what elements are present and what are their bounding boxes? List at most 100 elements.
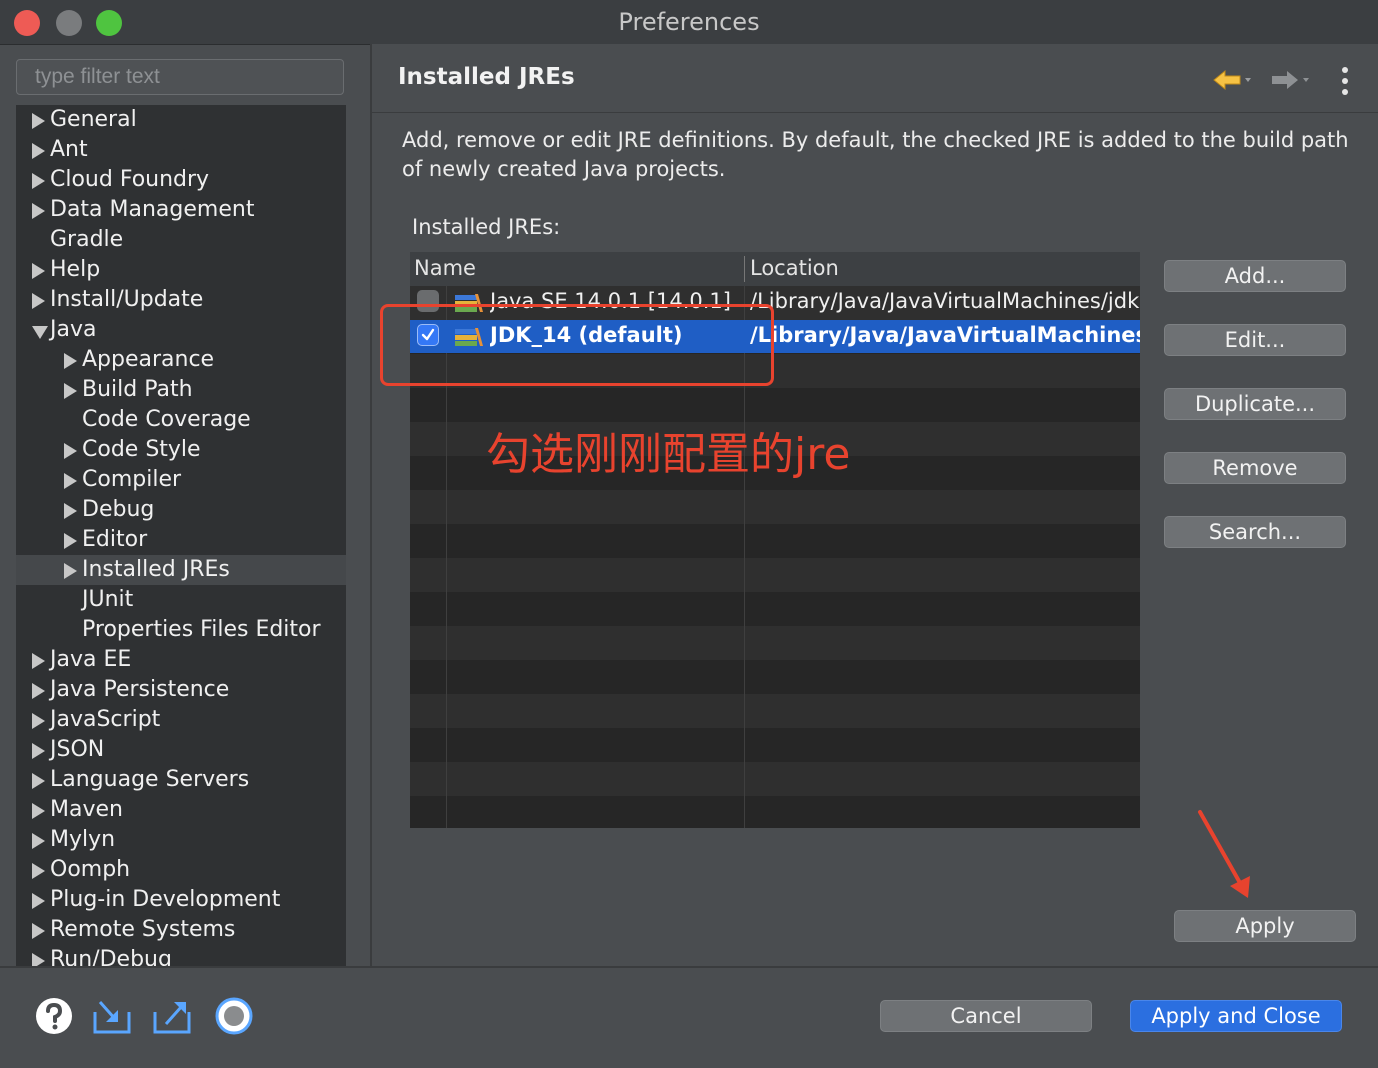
sidebar-item[interactable]: Build Path: [16, 375, 346, 405]
collapsed-arrow-icon[interactable]: [32, 833, 45, 849]
table-stripe: [410, 490, 1140, 524]
sidebar-item[interactable]: Gradle: [16, 225, 346, 255]
column-separator: [744, 256, 745, 282]
collapsed-arrow-icon[interactable]: [64, 443, 77, 459]
sidebar-item-label: Java Persistence: [50, 677, 230, 702]
sidebar-item-label: Editor: [82, 527, 148, 552]
sidebar-item[interactable]: Install/Update: [16, 285, 346, 315]
collapsed-arrow-icon[interactable]: [32, 923, 45, 939]
filter-input[interactable]: [16, 59, 344, 95]
collapsed-arrow-icon[interactable]: [32, 773, 45, 789]
collapsed-arrow-icon[interactable]: [32, 173, 45, 189]
sidebar-item[interactable]: Debug: [16, 495, 346, 525]
forward-arrow-icon[interactable]: [1270, 68, 1310, 92]
sidebar-item[interactable]: Data Management: [16, 195, 346, 225]
collapsed-arrow-icon[interactable]: [32, 143, 45, 159]
sidebar-item[interactable]: Appearance: [16, 345, 346, 375]
apply-and-close-button[interactable]: Apply and Close: [1130, 1000, 1342, 1032]
sidebar-item[interactable]: General: [16, 105, 346, 135]
record-icon[interactable]: [214, 996, 254, 1036]
sidebar-item-label: Install/Update: [50, 287, 204, 312]
collapsed-arrow-icon[interactable]: [64, 503, 77, 519]
sidebar-item-label: Installed JREs: [82, 557, 230, 582]
back-arrow-icon[interactable]: [1212, 68, 1252, 92]
collapsed-arrow-icon[interactable]: [32, 263, 45, 279]
sidebar-item-label: Cloud Foundry: [50, 167, 210, 192]
table-stripe: [410, 762, 1140, 796]
sidebar-item-label: Properties Files Editor: [82, 617, 321, 642]
sidebar-item[interactable]: Help: [16, 255, 346, 285]
collapsed-arrow-icon[interactable]: [32, 713, 45, 729]
annotation-text: 勾选刚刚配置的jre: [486, 429, 851, 480]
sidebar-item[interactable]: Installed JREs: [16, 555, 346, 585]
sidebar-item[interactable]: Cloud Foundry: [16, 165, 346, 195]
remove-button[interactable]: Remove: [1164, 452, 1346, 484]
collapsed-arrow-icon[interactable]: [64, 473, 77, 489]
edit-button[interactable]: Edit...: [1164, 324, 1346, 356]
sidebar-item-label: Java: [50, 317, 97, 342]
collapsed-arrow-icon[interactable]: [64, 563, 77, 579]
sidebar-item[interactable]: Language Servers: [16, 765, 346, 795]
collapsed-arrow-icon[interactable]: [32, 953, 45, 967]
sidebar-item[interactable]: Code Coverage: [16, 405, 346, 435]
sidebar-item-label: JUnit: [82, 587, 134, 612]
table-stripe: [410, 592, 1140, 626]
table-label: Installed JREs:: [412, 215, 561, 239]
collapsed-arrow-icon[interactable]: [32, 293, 45, 309]
column-header-name[interactable]: Name: [414, 256, 476, 280]
sidebar-item[interactable]: JavaScript: [16, 705, 346, 735]
collapsed-arrow-icon[interactable]: [32, 203, 45, 219]
cancel-button[interactable]: Cancel: [880, 1000, 1092, 1032]
sidebar-item[interactable]: Plug-in Development: [16, 885, 346, 915]
sidebar-item[interactable]: JSON: [16, 735, 346, 765]
sidebar-item[interactable]: Maven: [16, 795, 346, 825]
table-stripe: [410, 388, 1140, 422]
collapsed-arrow-icon[interactable]: [32, 113, 45, 129]
sidebar-item-label: Mylyn: [50, 827, 116, 852]
sidebar-item[interactable]: Ant: [16, 135, 346, 165]
expanded-arrow-icon[interactable]: [32, 326, 48, 339]
sidebar-item[interactable]: JUnit: [16, 585, 346, 615]
import-icon[interactable]: [92, 996, 132, 1036]
column-header-location[interactable]: Location: [750, 256, 839, 280]
export-icon[interactable]: [152, 996, 192, 1036]
search-button[interactable]: Search...: [1164, 516, 1346, 548]
panel-divider[interactable]: [370, 44, 372, 966]
collapsed-arrow-icon[interactable]: [64, 383, 77, 399]
duplicate-button[interactable]: Duplicate...: [1164, 388, 1346, 420]
sidebar-item[interactable]: Compiler: [16, 465, 346, 495]
sidebar-item[interactable]: Mylyn: [16, 825, 346, 855]
sidebar-item[interactable]: Code Style: [16, 435, 346, 465]
apply-button[interactable]: Apply: [1174, 910, 1356, 942]
sidebar-item-label: Gradle: [50, 227, 124, 252]
jre-location: /Library/Java/JavaVirtualMachines/: [750, 323, 1140, 347]
sidebar-item[interactable]: Java EE: [16, 645, 346, 675]
collapsed-arrow-icon[interactable]: [64, 533, 77, 549]
preferences-tree: General Ant Cloud Foundry Data Management Gr…: [16, 105, 346, 967]
collapsed-arrow-icon[interactable]: [32, 863, 45, 879]
sidebar-item-label: Debug: [82, 497, 155, 522]
collapsed-arrow-icon[interactable]: [32, 683, 45, 699]
sidebar-item-label: Appearance: [82, 347, 215, 372]
sidebar-item-label: Plug-in Development: [50, 887, 281, 912]
sidebar-item[interactable]: Run/Debug: [16, 945, 346, 967]
help-icon[interactable]: [34, 996, 74, 1036]
add-button[interactable]: Add...: [1164, 260, 1346, 292]
sidebar-item[interactable]: Remote Systems: [16, 915, 346, 945]
sidebar-item[interactable]: Java Persistence: [16, 675, 346, 705]
page-title: Installed JREs: [398, 64, 575, 90]
sidebar-item-label: Language Servers: [50, 767, 250, 792]
collapsed-arrow-icon[interactable]: [32, 893, 45, 909]
table-stripe: [410, 626, 1140, 660]
collapsed-arrow-icon[interactable]: [32, 803, 45, 819]
preferences-window: Preferences General Ant Cloud Foundry Data …: [0, 0, 1378, 1068]
sidebar-item[interactable]: Editor: [16, 525, 346, 555]
sidebar-item[interactable]: Java: [16, 315, 346, 345]
sidebar-item[interactable]: Properties Files Editor: [16, 615, 346, 645]
sidebar-item-label: Help: [50, 257, 101, 282]
collapsed-arrow-icon[interactable]: [32, 743, 45, 759]
view-menu-icon[interactable]: [1340, 66, 1350, 96]
collapsed-arrow-icon[interactable]: [32, 653, 45, 669]
sidebar-item[interactable]: Oomph: [16, 855, 346, 885]
collapsed-arrow-icon[interactable]: [64, 353, 77, 369]
